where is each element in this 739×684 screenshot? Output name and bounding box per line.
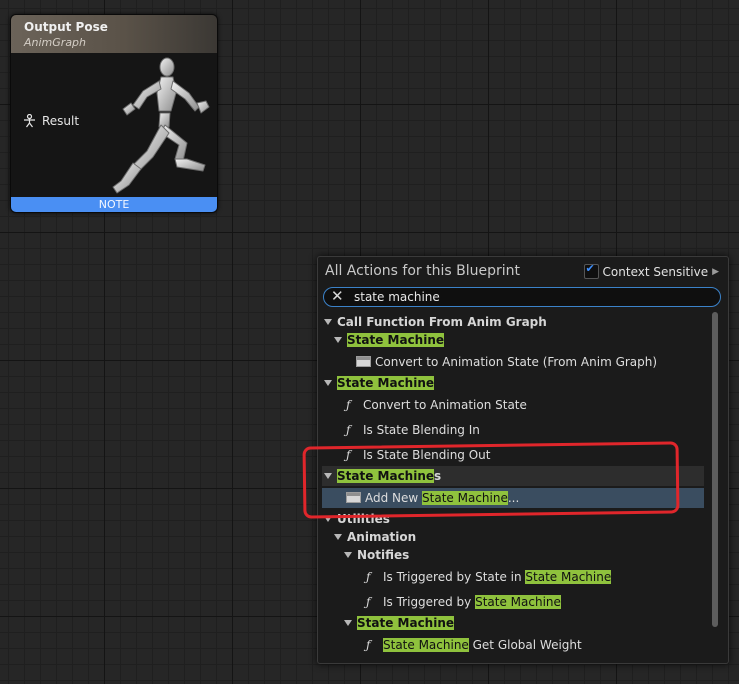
search-match-highlight: State Machine xyxy=(337,376,435,390)
action-row[interactable]: Add New State Machine... xyxy=(322,488,704,508)
running-mannequin-image xyxy=(112,57,210,194)
scrollbar[interactable] xyxy=(712,312,718,627)
function-icon: ƒ xyxy=(366,638,371,652)
window-icon xyxy=(346,492,361,503)
pose-pin-icon xyxy=(24,114,35,128)
output-pose-node[interactable]: Output Pose AnimGraph Result NOTE xyxy=(10,14,218,213)
category-row[interactable]: State Machines xyxy=(322,466,704,486)
clear-search-icon[interactable]: ✕ xyxy=(331,287,344,305)
category-row[interactable]: State Machine xyxy=(322,613,704,633)
result-pin[interactable]: Result xyxy=(23,114,79,128)
node-header[interactable]: Output Pose AnimGraph xyxy=(11,15,217,53)
menu-title: All Actions for this Blueprint xyxy=(325,263,520,279)
row-label: Convert to Animation State xyxy=(363,398,527,412)
action-row[interactable]: Convert to Animation State (From Anim Gr… xyxy=(322,352,704,372)
row-label: Is State Blending Out xyxy=(363,448,491,462)
action-list[interactable]: Call Function From Anim Graph State Machi… xyxy=(322,312,704,657)
row-label: Call Function From Anim Graph xyxy=(337,315,547,329)
row-label: Add New xyxy=(365,491,423,505)
action-row[interactable]: ƒ Is Triggered by State Machine xyxy=(322,592,704,612)
row-label: Is State Blending In xyxy=(363,423,480,437)
expand-arrow-icon[interactable] xyxy=(324,380,332,386)
search-match-highlight: State Machine xyxy=(525,570,612,584)
expand-arrow-icon[interactable] xyxy=(334,534,342,540)
search-match-highlight: State Machine xyxy=(347,333,445,347)
action-row[interactable]: ƒ Is State Blending In xyxy=(322,420,704,440)
category-row[interactable]: State Machine xyxy=(322,373,704,393)
row-label: ... xyxy=(507,491,520,505)
action-row[interactable]: ƒ Is Triggered by State in State Machine xyxy=(322,567,704,587)
row-label: Utilities xyxy=(337,512,390,526)
node-title: Output Pose xyxy=(24,20,108,34)
function-icon: ƒ xyxy=(346,398,351,412)
row-label: s xyxy=(434,469,442,483)
expand-arrow-icon[interactable] xyxy=(344,620,352,626)
category-row[interactable]: Utilities xyxy=(322,509,704,529)
action-row[interactable]: ƒ Is State Blending Out xyxy=(322,445,704,465)
search-box[interactable]: ✕ xyxy=(323,287,721,307)
search-match-highlight: State Machine xyxy=(357,616,455,630)
action-row[interactable]: ƒ Convert to Animation State xyxy=(322,395,704,415)
expand-arrow-icon[interactable] xyxy=(334,337,342,343)
search-input[interactable] xyxy=(354,289,674,304)
expand-arrow-icon[interactable] xyxy=(344,552,352,558)
row-label: Is Triggered by State in xyxy=(383,570,526,584)
result-pin-label: Result xyxy=(42,114,80,128)
search-match-highlight: State Machine xyxy=(383,638,469,652)
window-icon xyxy=(356,356,371,367)
row-label: Get Global Weight xyxy=(468,638,582,652)
expand-arrow-icon[interactable] xyxy=(324,516,332,522)
expand-arrow-icon[interactable] xyxy=(324,473,332,479)
row-label: Notifies xyxy=(357,548,410,562)
category-row[interactable]: Animation xyxy=(322,527,704,547)
category-row[interactable]: Notifies xyxy=(322,545,704,565)
action-menu[interactable]: All Actions for this Blueprint Context S… xyxy=(317,256,729,664)
action-row[interactable]: ƒ State Machine Get Global Weight xyxy=(322,635,704,655)
context-sensitive-checkbox[interactable] xyxy=(583,262,599,279)
function-icon: ƒ xyxy=(346,423,351,437)
context-sensitive-toggle[interactable]: Context Sensitive ▶ xyxy=(583,262,719,279)
function-icon: ƒ xyxy=(346,448,351,462)
node-footer-note: NOTE xyxy=(11,197,217,212)
context-sensitive-label: Context Sensitive xyxy=(602,264,709,279)
row-label: Convert to Animation State (From Anim Gr… xyxy=(375,355,658,369)
category-row[interactable]: Call Function From Anim Graph xyxy=(322,312,704,332)
row-label: Is Triggered by xyxy=(383,595,476,609)
chevron-right-icon[interactable]: ▶ xyxy=(712,267,719,277)
function-icon: ƒ xyxy=(366,570,371,584)
search-match-highlight: State Machine xyxy=(422,491,508,505)
scrollbar-thumb[interactable] xyxy=(712,312,718,627)
category-row[interactable]: State Machine xyxy=(322,330,704,350)
node-subtitle: AnimGraph xyxy=(24,36,87,49)
expand-arrow-icon[interactable] xyxy=(324,319,332,325)
search-match-highlight: State Machine xyxy=(337,469,435,483)
search-match-highlight: State Machine xyxy=(475,595,561,609)
row-label: Animation xyxy=(347,530,417,544)
function-icon: ƒ xyxy=(366,595,371,609)
